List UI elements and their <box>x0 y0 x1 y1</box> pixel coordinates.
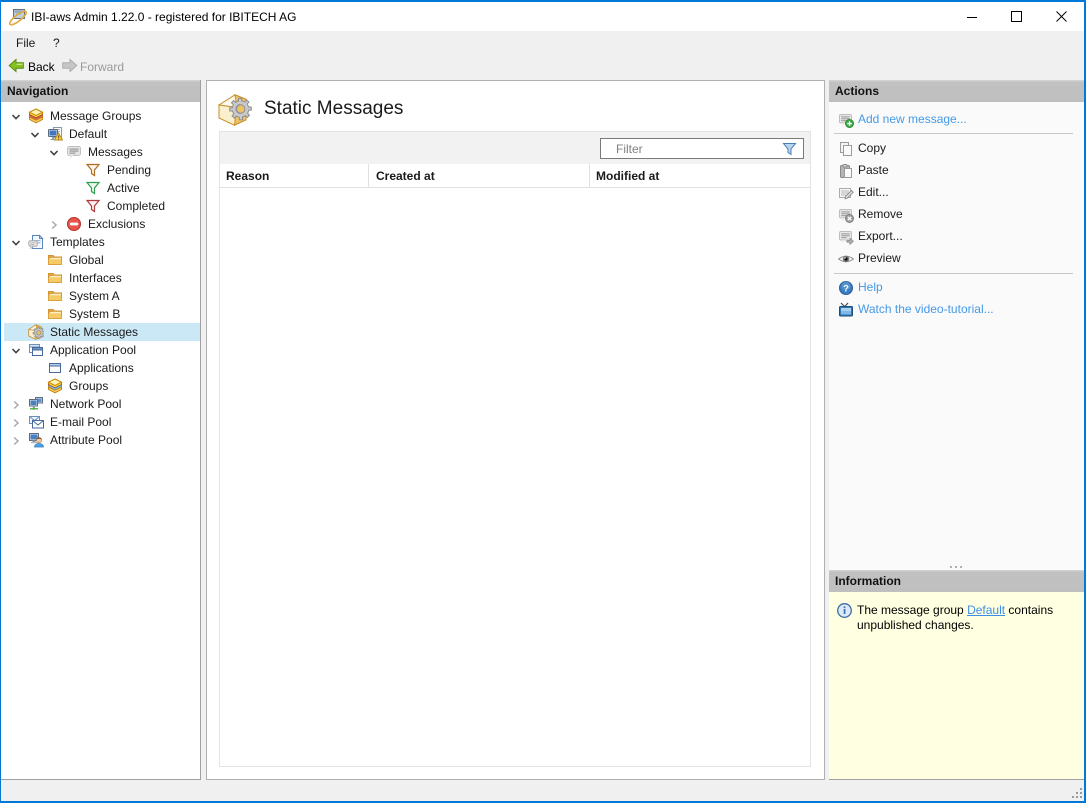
svg-text:?: ? <box>843 284 849 295</box>
